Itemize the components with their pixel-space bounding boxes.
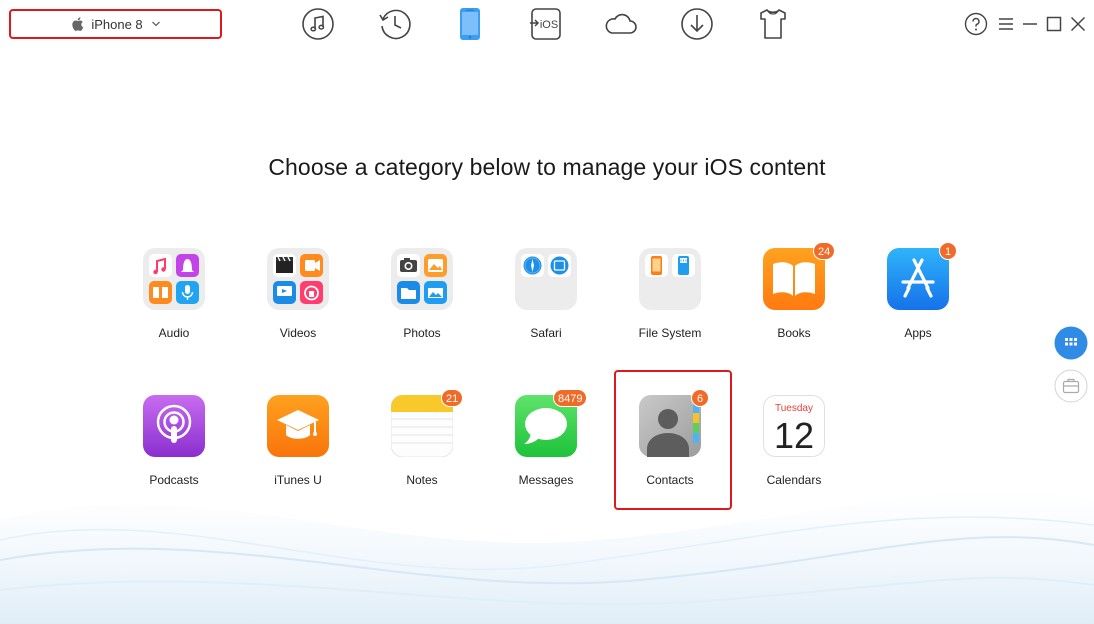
tshirt-icon[interactable] bbox=[755, 6, 791, 42]
help-icon[interactable] bbox=[964, 12, 988, 36]
calendar-day: 12 bbox=[774, 415, 814, 456]
audio-icon bbox=[143, 248, 205, 310]
category-label: Videos bbox=[279, 326, 317, 340]
category-books[interactable]: 24 Books bbox=[739, 242, 849, 368]
grid-view-icon[interactable] bbox=[1054, 326, 1088, 360]
category-audio[interactable]: Audio bbox=[119, 248, 229, 368]
menu-icon[interactable] bbox=[994, 12, 1018, 36]
calendar-icon: Tuesday 12 bbox=[763, 395, 825, 457]
device-selector[interactable]: iPhone 8 bbox=[9, 9, 222, 39]
books-count-badge: 24 bbox=[813, 242, 836, 260]
category-photos[interactable]: Photos bbox=[367, 248, 477, 368]
contacts-count-badge: 6 bbox=[691, 389, 709, 407]
contacts-icon bbox=[639, 395, 701, 457]
phone-icon[interactable] bbox=[452, 6, 488, 42]
category-notes[interactable]: 21 Notes bbox=[367, 389, 477, 515]
category-itunes-u[interactable]: iTunes U bbox=[243, 395, 353, 515]
cloud-icon[interactable] bbox=[603, 6, 639, 42]
category-label: Messages bbox=[518, 473, 574, 487]
messages-count-badge: 8479 bbox=[553, 389, 588, 407]
category-videos[interactable]: Videos bbox=[243, 248, 353, 368]
apple-icon bbox=[72, 17, 84, 31]
apps-count-badge: 1 bbox=[939, 242, 957, 260]
chevron-down-icon bbox=[151, 21, 160, 27]
videos-icon bbox=[267, 248, 329, 310]
ios-transfer-icon[interactable]: iOS bbox=[528, 6, 564, 42]
category-label: Photos bbox=[403, 326, 441, 340]
category-label: Notes bbox=[406, 473, 438, 487]
app-store-icon bbox=[887, 248, 949, 310]
download-icon[interactable] bbox=[679, 6, 715, 42]
file-system-icon bbox=[639, 248, 701, 310]
category-label: Podcasts bbox=[149, 473, 199, 487]
category-contacts[interactable]: 6 Contacts bbox=[615, 389, 725, 515]
category-label: Audio bbox=[158, 326, 190, 340]
category-safari[interactable]: Safari bbox=[491, 248, 601, 368]
music-icon[interactable] bbox=[300, 6, 336, 42]
category-label: Apps bbox=[904, 326, 932, 340]
history-icon[interactable] bbox=[377, 6, 413, 42]
device-name: iPhone 8 bbox=[91, 16, 143, 32]
category-label: Contacts bbox=[646, 473, 694, 487]
category-label: Safari bbox=[530, 326, 562, 340]
maximize-icon[interactable] bbox=[1042, 12, 1066, 36]
category-label: Calendars bbox=[766, 473, 822, 487]
category-file-system[interactable]: File System bbox=[615, 248, 725, 368]
category-label: iTunes U bbox=[274, 473, 322, 487]
graduation-cap-icon bbox=[267, 395, 329, 457]
podcasts-icon bbox=[143, 395, 205, 457]
minimize-icon[interactable] bbox=[1018, 12, 1042, 36]
calendar-weekday: Tuesday bbox=[775, 403, 813, 414]
category-calendars[interactable]: Tuesday 12 Calendars bbox=[739, 395, 849, 515]
top-toolbar: iPhone 8 iOS bbox=[0, 0, 1094, 50]
photos-icon bbox=[391, 248, 453, 310]
toolbox-icon[interactable] bbox=[1054, 369, 1088, 403]
notes-count-badge: 21 bbox=[441, 389, 464, 407]
category-messages[interactable]: 8479 Messages bbox=[491, 389, 601, 515]
category-label: Books bbox=[777, 326, 811, 340]
safari-icon bbox=[515, 248, 577, 310]
close-icon[interactable] bbox=[1066, 12, 1090, 36]
page-title: Choose a category below to manage your i… bbox=[268, 154, 826, 180]
category-apps[interactable]: 1 Apps bbox=[863, 242, 973, 368]
category-podcasts[interactable]: Podcasts bbox=[119, 395, 229, 515]
category-label: File System bbox=[638, 326, 702, 340]
ios-label: iOS bbox=[540, 19, 558, 31]
